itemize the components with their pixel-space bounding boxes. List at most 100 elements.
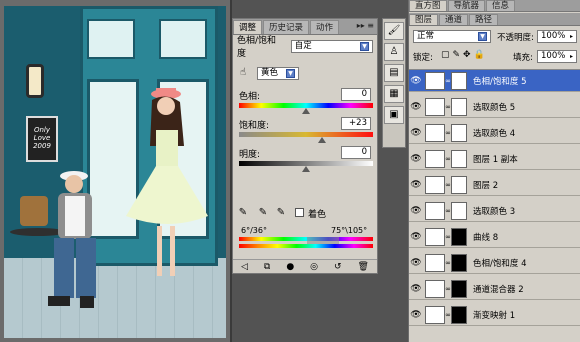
layer-mask-thumbnail[interactable]: [451, 97, 467, 116]
eye-icon[interactable]: 👁: [409, 206, 423, 216]
layer-row[interactable]: 👁 ∞ 图层 2: [409, 174, 580, 196]
blend-mode-select[interactable]: 正常 ▼: [413, 30, 491, 43]
layer-mask-thumbnail[interactable]: [451, 279, 467, 298]
hue-slider-handle[interactable]: [302, 108, 310, 114]
layer-options: 正常 ▼ 不透明度: 100% ▸ 锁定: ▢✎✥🔒 填充: 100% ▸: [409, 26, 580, 70]
layer-row[interactable]: 👁 ∞ 色相/饱和度 5: [409, 70, 580, 92]
channel-value: 黄色: [261, 68, 279, 78]
colorize-checkbox[interactable]: [295, 208, 304, 217]
tab-history[interactable]: 历史记录: [263, 20, 310, 34]
tab-navigator[interactable]: 导航器: [447, 0, 486, 11]
layer-name: 通道混合器 2: [473, 284, 524, 295]
layer-row[interactable]: 👁 ∞ 选取颜色 5: [409, 96, 580, 118]
layer-name: 选取颜色 3: [473, 206, 516, 217]
lock-icons[interactable]: ▢✎✥🔒: [441, 50, 488, 60]
tab-histogram[interactable]: 直方图: [409, 0, 447, 11]
back-arrow-icon[interactable]: ◁: [241, 262, 248, 272]
color-range-bar-bottom: [239, 244, 373, 248]
document-canvas[interactable]: Only Love 2009: [0, 0, 230, 342]
saturation-input[interactable]: +23: [341, 117, 371, 130]
layer-row[interactable]: 👁 ∞ 通道混合器 2: [409, 278, 580, 300]
layer-mask-thumbnail[interactable]: [451, 175, 467, 194]
layer-mask-thumbnail[interactable]: [451, 201, 467, 220]
photo-window-right: [159, 19, 207, 59]
adjustment-title: 色相/饱和度: [237, 36, 277, 59]
screen-mode-icon[interactable]: ▣: [384, 106, 404, 124]
fill-label: 填充:: [513, 53, 533, 63]
eye-icon[interactable]: 👁: [409, 154, 423, 164]
tab-adjustments[interactable]: 调整: [233, 20, 263, 34]
view-previous-icon[interactable]: ◎: [310, 262, 318, 272]
layer-comps-icon[interactable]: ▤: [384, 64, 404, 82]
layer-thumbnail: [425, 123, 445, 142]
layer-thumbnail: [425, 227, 445, 246]
eyedropper-plus-icon[interactable]: ✎: [257, 207, 269, 219]
layer-row[interactable]: 👁 ∞ 渐变映射 1: [409, 304, 580, 326]
panel-menu-icon[interactable]: ▸▸ ≡: [357, 21, 374, 30]
photo-window-left: [87, 19, 135, 59]
layer-name: 图层 2: [473, 180, 499, 191]
layer-mask-thumbnail[interactable]: [451, 71, 467, 90]
reset-icon[interactable]: ↺: [334, 262, 342, 272]
eye-icon[interactable]: 👁: [409, 76, 423, 86]
lock-label: 锁定:: [413, 53, 433, 63]
opacity-value: 100%: [541, 31, 566, 41]
clone-stamp-icon[interactable]: ♙: [384, 43, 404, 61]
layer-thumbnail: [425, 253, 445, 272]
layer-row[interactable]: 👁 ∞ 选取颜色 4: [409, 122, 580, 144]
eye-icon[interactable]: 👁: [409, 258, 423, 268]
saturation-slider-track[interactable]: [239, 132, 373, 137]
eye-icon[interactable]: 👁: [409, 284, 423, 294]
preset-select[interactable]: 自定 ▼: [290, 39, 373, 53]
layers-panel: 直方图 导航器 信息 图层 通道 路径 正常 ▼ 不透明度: 100% ▸ 锁定…: [408, 0, 580, 342]
range-left-label: 6°/36°: [241, 226, 267, 235]
brush-icon[interactable]: 🖌: [384, 22, 404, 40]
eye-icon[interactable]: 👁: [409, 102, 423, 112]
saturation-slider-handle[interactable]: [318, 137, 326, 143]
layer-name: 选取颜色 4: [473, 128, 516, 139]
tab-info[interactable]: 信息: [486, 0, 516, 11]
lightness-input[interactable]: 0: [341, 146, 371, 159]
layer-row[interactable]: 👁 ∞ 曲线 8: [409, 226, 580, 248]
eyedropper-icon[interactable]: ✎: [237, 207, 249, 219]
layer-mask-thumbnail[interactable]: [451, 253, 467, 272]
opacity-input[interactable]: 100% ▸: [537, 30, 577, 43]
eye-icon[interactable]: 👁: [409, 180, 423, 190]
channel-select[interactable]: 黄色 ▼: [257, 67, 299, 80]
delete-icon[interactable]: 🗑: [358, 262, 369, 272]
eye-icon[interactable]: 👁: [409, 232, 423, 242]
hue-label: 色相:: [239, 92, 261, 102]
hue-input[interactable]: 0: [341, 88, 371, 101]
layer-name: 图层 1 副本: [473, 154, 518, 165]
layer-mask-thumbnail[interactable]: [451, 149, 467, 168]
tool-presets-icon[interactable]: ▦: [384, 85, 404, 103]
targeted-adjustment-icon[interactable]: ☝: [237, 67, 249, 79]
layer-row[interactable]: 👁 ∞ 色相/饱和度 4: [409, 252, 580, 274]
tab-layers[interactable]: 图层: [409, 14, 439, 25]
layer-name: 曲线 8: [473, 232, 499, 243]
opacity-label: 不透明度:: [497, 33, 534, 43]
eye-icon[interactable]: 👁: [409, 310, 423, 320]
fill-input[interactable]: 100% ▸: [537, 50, 577, 63]
chevron-right-icon: ▸: [569, 53, 573, 60]
visibility-icon[interactable]: ●: [286, 262, 294, 272]
tab-channels[interactable]: 通道: [439, 14, 469, 25]
layer-row[interactable]: 👁 ∞ 图层 1 副本: [409, 148, 580, 170]
layer-thumbnail: [425, 71, 445, 90]
wedding-photo: Only Love 2009: [4, 6, 226, 338]
eye-icon[interactable]: 👁: [409, 128, 423, 138]
layer-mask-thumbnail[interactable]: [451, 123, 467, 142]
photo-chalkboard: Only Love 2009: [26, 116, 58, 162]
clip-layer-icon[interactable]: ⧉: [264, 262, 270, 272]
tab-paths[interactable]: 路径: [469, 14, 499, 25]
layer-row[interactable]: 👁 ∞ 选取颜色 3: [409, 200, 580, 222]
layer-mask-thumbnail[interactable]: [451, 305, 467, 324]
colorize-label: 着色: [308, 210, 327, 220]
lightness-slider-handle[interactable]: [302, 166, 310, 172]
eyedropper-minus-icon[interactable]: ✎: [275, 207, 287, 219]
tab-actions[interactable]: 动作: [310, 20, 340, 34]
layer-mask-thumbnail[interactable]: [451, 227, 467, 246]
photo-groom: [48, 171, 96, 308]
adjustments-footer: ◁ ⧉ ● ◎ ↺ 🗑: [233, 259, 377, 273]
fill-value: 100%: [541, 51, 566, 61]
